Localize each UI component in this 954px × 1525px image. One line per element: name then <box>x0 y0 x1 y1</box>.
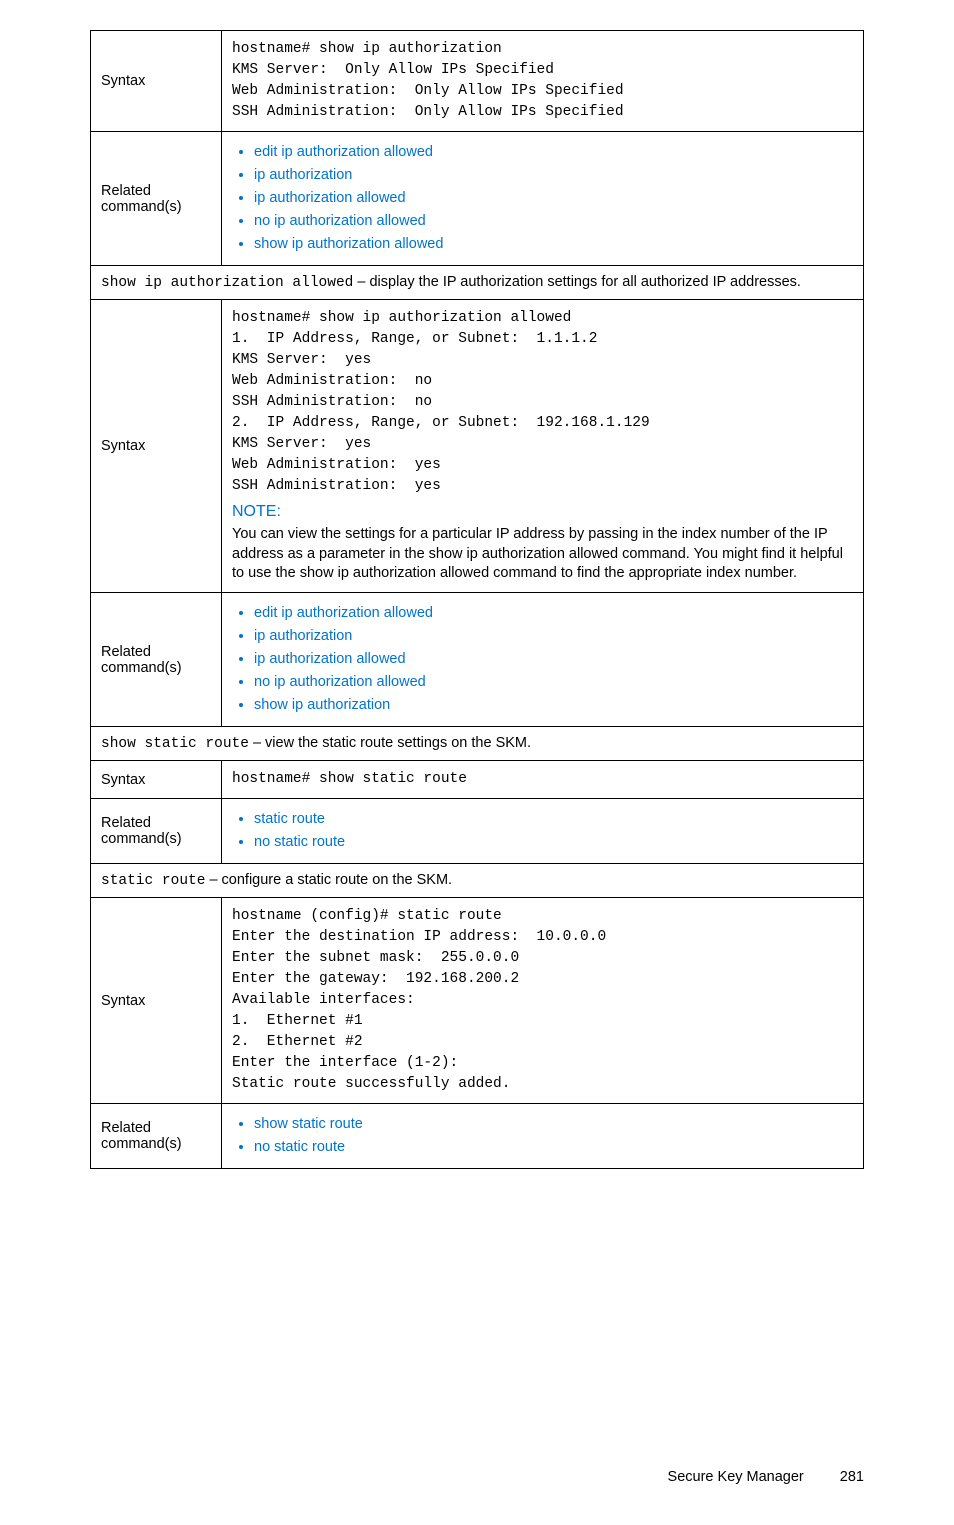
link-list: show static route no static route <box>232 1114 853 1158</box>
syntax-cell: hostname (config)# static route Enter th… <box>222 898 864 1104</box>
table-row: Syntax hostname (config)# static route E… <box>91 898 864 1104</box>
command-desc-text: – view the static route settings on the … <box>249 735 531 751</box>
table-row: show static route – view the static rout… <box>91 727 864 761</box>
code-block: hostname# show ip authorization allowed … <box>232 308 853 497</box>
command-name: static route <box>101 873 205 889</box>
list-item: ip authorization <box>254 626 853 647</box>
related-cell: edit ip authorization allowed ip authori… <box>222 592 864 726</box>
command-link[interactable]: show ip authorization <box>254 697 390 713</box>
table-row: show ip authorization allowed – display … <box>91 266 864 300</box>
list-item: no static route <box>254 1137 853 1158</box>
list-item: no ip authorization allowed <box>254 672 853 693</box>
command-link[interactable]: no static route <box>254 834 345 850</box>
table-row: Related command(s) edit ip authorization… <box>91 132 864 266</box>
command-link[interactable]: edit ip authorization allowed <box>254 144 433 160</box>
command-link[interactable]: ip authorization allowed <box>254 190 406 206</box>
row-label: Related command(s) <box>91 592 222 726</box>
command-link[interactable]: no ip authorization allowed <box>254 674 426 690</box>
command-name: show static route <box>101 736 249 752</box>
row-label: Related command(s) <box>91 132 222 266</box>
list-item: show static route <box>254 1114 853 1135</box>
command-link[interactable]: no ip authorization allowed <box>254 213 426 229</box>
list-item: edit ip authorization allowed <box>254 142 853 163</box>
command-desc-text: – display the IP authorization settings … <box>353 274 801 290</box>
table-row: Related command(s) edit ip authorization… <box>91 592 864 726</box>
page-footer: Secure Key Manager 281 <box>90 1469 864 1485</box>
command-description: static route – configure a static route … <box>91 864 864 898</box>
table-row: Syntax hostname# show ip authorization a… <box>91 300 864 593</box>
command-link[interactable]: static route <box>254 811 325 827</box>
list-item: show ip authorization allowed <box>254 234 853 255</box>
table-row: Related command(s) show static route no … <box>91 1104 864 1169</box>
code-block: hostname (config)# static route Enter th… <box>232 906 853 1095</box>
syntax-cell: hostname# show static route <box>222 761 864 799</box>
command-link[interactable]: show static route <box>254 1116 363 1132</box>
table-row: Syntax hostname# show ip authorization K… <box>91 31 864 132</box>
command-link[interactable]: ip authorization allowed <box>254 651 406 667</box>
link-list: edit ip authorization allowed ip authori… <box>232 142 853 255</box>
command-link[interactable]: ip authorization <box>254 167 352 183</box>
related-cell: show static route no static route <box>222 1104 864 1169</box>
code-block: hostname# show ip authorization KMS Serv… <box>232 39 853 123</box>
command-link[interactable]: no static route <box>254 1139 345 1155</box>
command-description: show static route – view the static rout… <box>91 727 864 761</box>
list-item: no static route <box>254 832 853 853</box>
code-block: hostname# show static route <box>232 769 853 790</box>
syntax-cell: hostname# show ip authorization allowed … <box>222 300 864 593</box>
row-label: Syntax <box>91 300 222 593</box>
footer-title: Secure Key Manager <box>668 1469 804 1485</box>
related-cell: edit ip authorization allowed ip authori… <box>222 132 864 266</box>
list-item: ip authorization allowed <box>254 188 853 209</box>
row-label: Syntax <box>91 31 222 132</box>
link-list: static route no static route <box>232 809 853 853</box>
command-link[interactable]: edit ip authorization allowed <box>254 605 433 621</box>
syntax-cell: hostname# show ip authorization KMS Serv… <box>222 31 864 132</box>
row-label: Related command(s) <box>91 799 222 864</box>
command-description: show ip authorization allowed – display … <box>91 266 864 300</box>
row-label: Syntax <box>91 898 222 1104</box>
command-reference-table: Syntax hostname# show ip authorization K… <box>90 30 864 1169</box>
table-row: Related command(s) static route no stati… <box>91 799 864 864</box>
related-cell: static route no static route <box>222 799 864 864</box>
list-item: edit ip authorization allowed <box>254 603 853 624</box>
table-row: Syntax hostname# show static route <box>91 761 864 799</box>
list-item: show ip authorization <box>254 695 853 716</box>
note-body: You can view the settings for a particul… <box>232 525 853 584</box>
list-item: ip authorization <box>254 165 853 186</box>
row-label: Related command(s) <box>91 1104 222 1169</box>
row-label: Syntax <box>91 761 222 799</box>
command-link[interactable]: ip authorization <box>254 628 352 644</box>
command-name: show ip authorization allowed <box>101 275 353 291</box>
link-list: edit ip authorization allowed ip authori… <box>232 603 853 716</box>
list-item: ip authorization allowed <box>254 649 853 670</box>
list-item: no ip authorization allowed <box>254 211 853 232</box>
note-heading: NOTE: <box>232 503 853 521</box>
page-number: 281 <box>840 1469 864 1485</box>
command-link[interactable]: show ip authorization allowed <box>254 236 443 252</box>
table-row: static route – configure a static route … <box>91 864 864 898</box>
command-desc-text: – configure a static route on the SKM. <box>205 872 452 888</box>
list-item: static route <box>254 809 853 830</box>
